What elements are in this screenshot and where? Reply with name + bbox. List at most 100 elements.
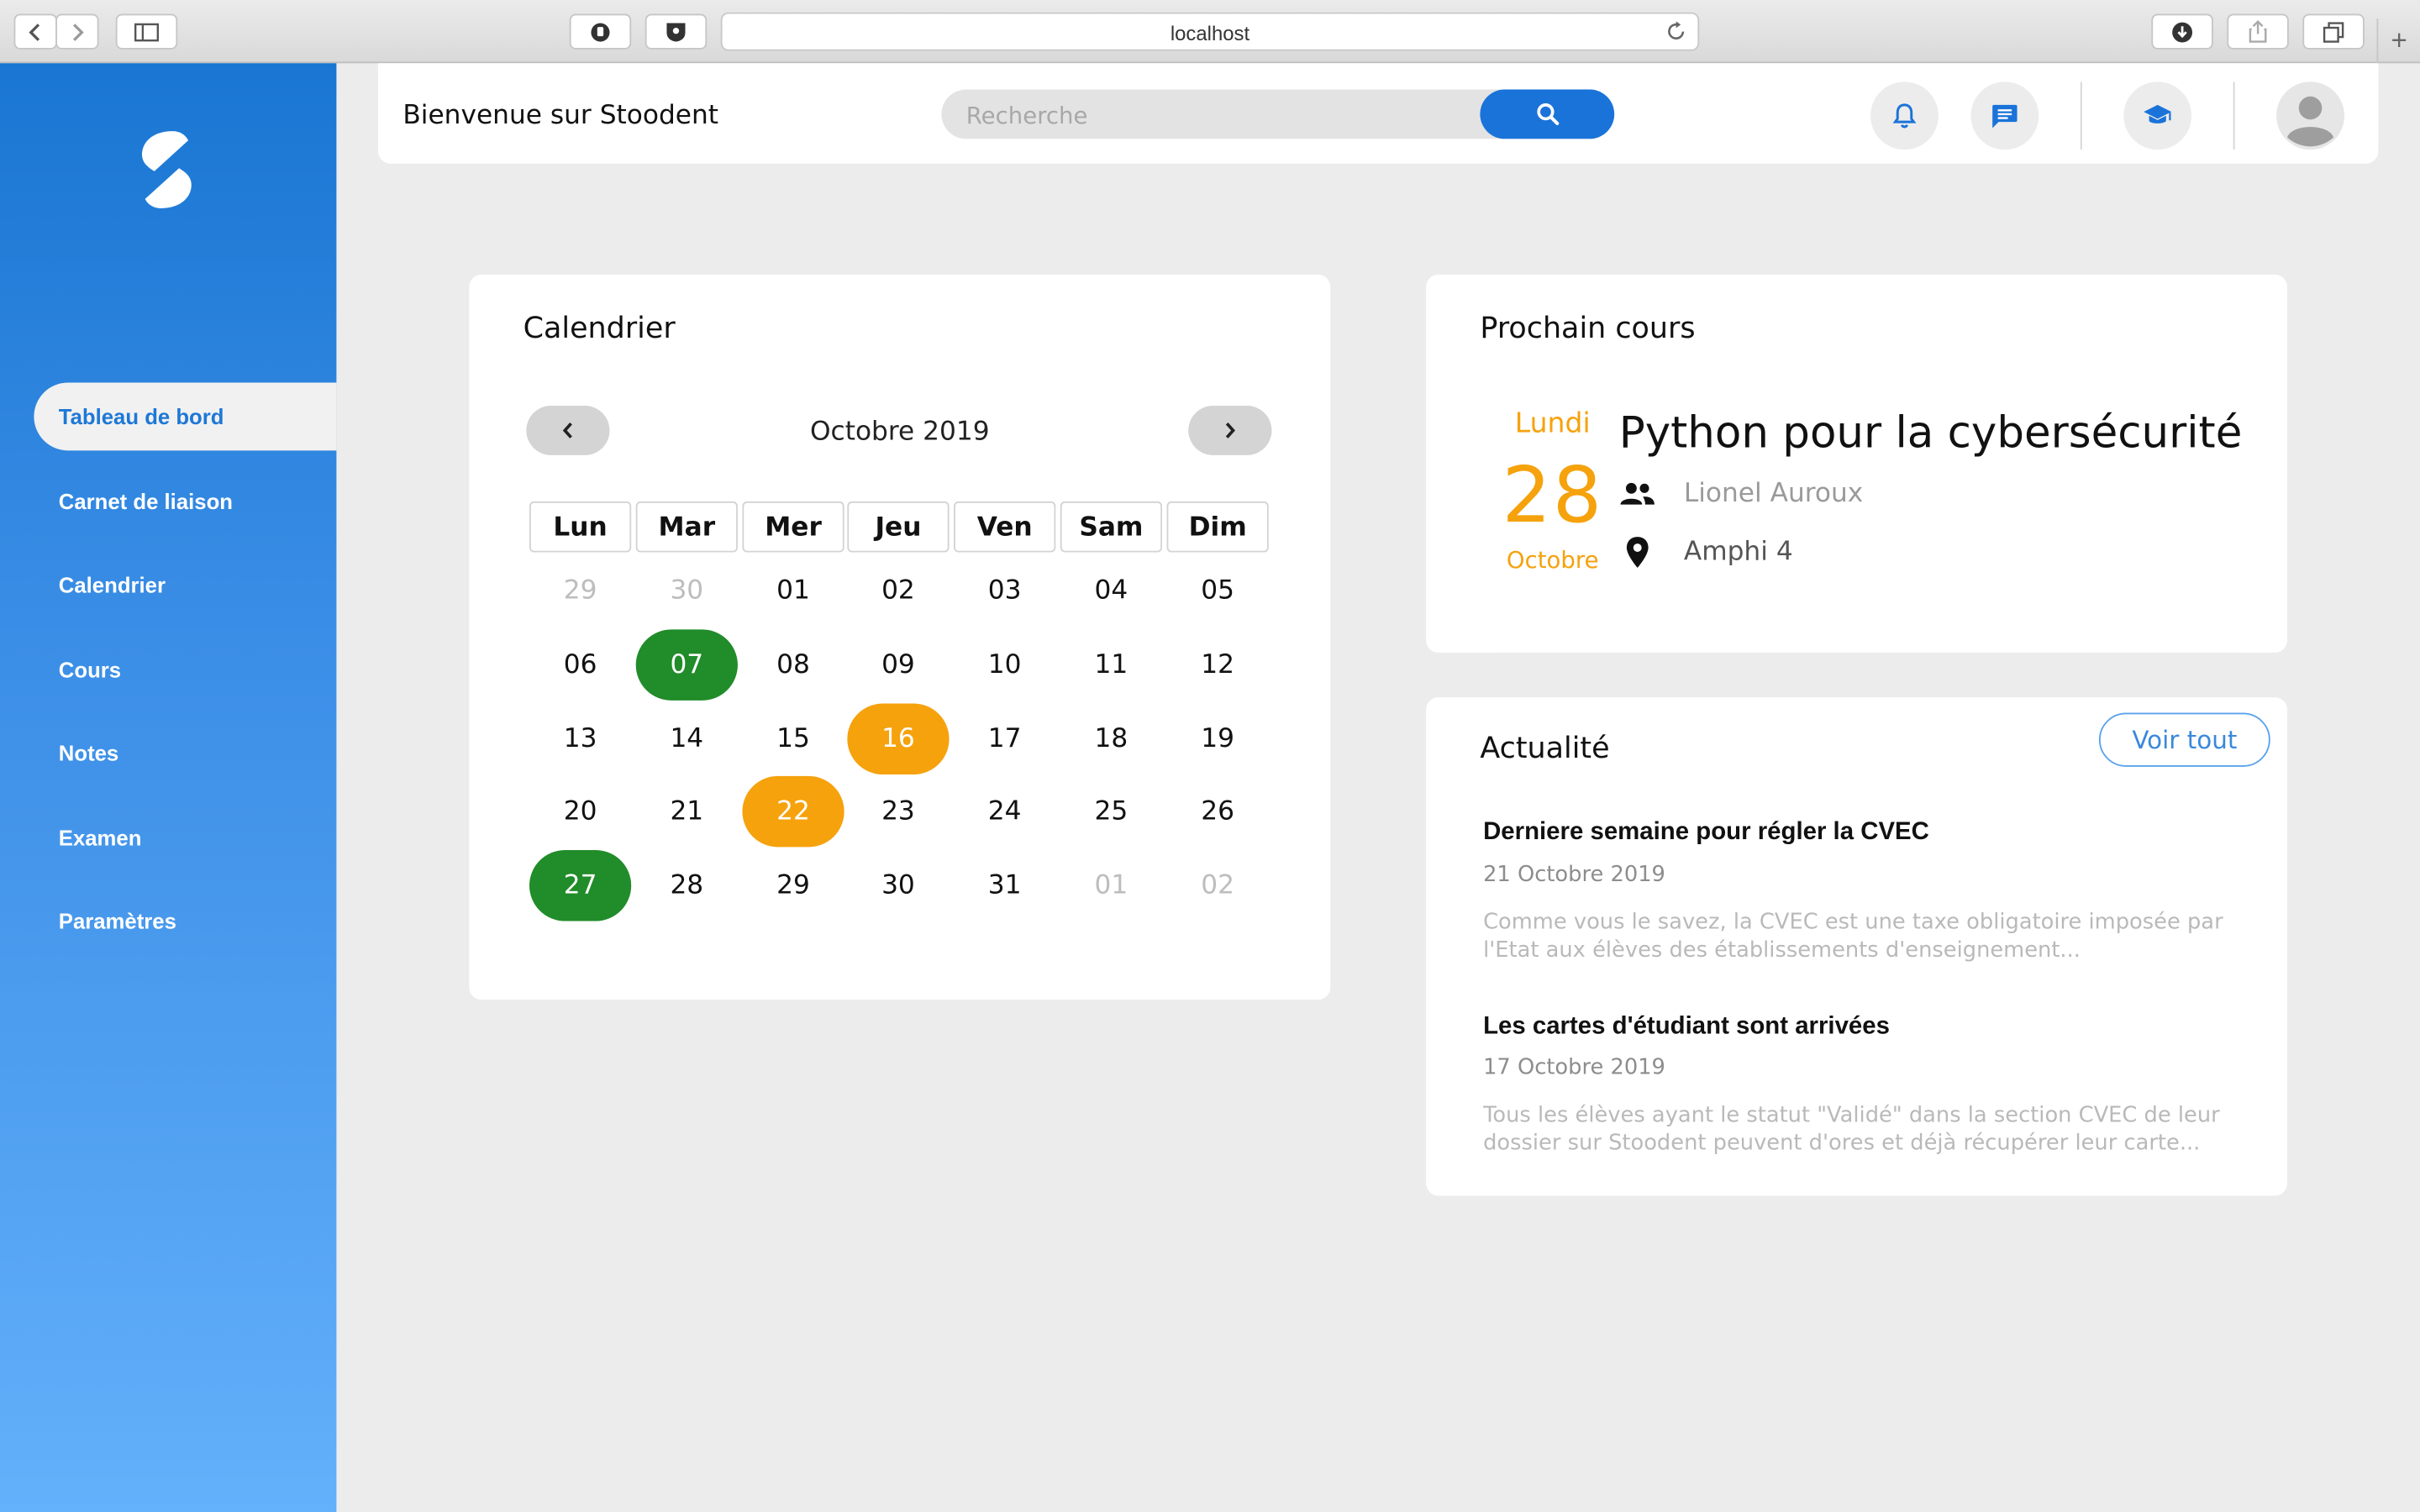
calendar-day[interactable]: 20 — [529, 777, 631, 848]
sidebar: Tableau de bord Carnet de liaison Calend… — [0, 63, 337, 1512]
sidebar-item-parametres[interactable]: Paramètres — [34, 887, 336, 955]
share-button[interactable] — [2227, 13, 2289, 50]
bell-icon — [1892, 103, 1917, 129]
profile-avatar-button[interactable] — [2276, 81, 2344, 150]
weekday-header-jeu: Jeu — [847, 501, 950, 553]
news-card: Actualité Voir tout Derniere semaine pou… — [1426, 697, 2287, 1196]
calendar-day[interactable]: 05 — [1167, 555, 1269, 626]
news-item-date: 21 Octobre 2019 — [1483, 862, 1665, 888]
calendar-day[interactable]: 26 — [1167, 777, 1269, 848]
calendar-day[interactable]: 23 — [847, 777, 949, 848]
reload-icon[interactable] — [1665, 20, 1687, 44]
calendar-day[interactable]: 06 — [529, 629, 631, 700]
course-teacher: Lionel Auroux — [1683, 478, 1864, 510]
calendar-day[interactable]: 27 — [529, 850, 632, 921]
chat-icon — [1992, 103, 2018, 128]
sidebar-item-tableau-de-bord[interactable]: Tableau de bord — [34, 382, 337, 451]
calendar-day[interactable]: 31 — [954, 850, 1055, 921]
url-text: localhost — [1170, 21, 1250, 45]
calendar-day[interactable]: 18 — [1060, 703, 1162, 774]
calendar-day[interactable]: 14 — [636, 703, 738, 774]
forward-button[interactable] — [55, 13, 99, 50]
search-bar[interactable]: Recherche — [941, 89, 1615, 139]
sidebar-icon — [134, 22, 159, 41]
calendar-day[interactable]: 03 — [954, 555, 1055, 626]
calendar-day[interactable]: 10 — [954, 629, 1055, 700]
address-bar[interactable]: localhost — [720, 12, 1700, 51]
calendar-day[interactable]: 08 — [742, 629, 844, 700]
sidebar-item-carnet-de-liaison[interactable]: Carnet de liaison — [34, 467, 336, 535]
calendar-day[interactable]: 22 — [742, 776, 844, 848]
tabs-icon — [2323, 21, 2344, 42]
calendar-day[interactable]: 02 — [847, 555, 949, 626]
avatar-icon — [2276, 81, 2344, 150]
top-header: Bienvenue sur Stoodent Recherche — [377, 63, 2379, 164]
calendar-day[interactable]: 02 — [1167, 850, 1269, 921]
courses-button[interactable] — [2123, 81, 2192, 150]
calendar-day[interactable]: 25 — [1060, 777, 1162, 848]
calendar-day[interactable]: 04 — [1060, 555, 1162, 626]
course-name[interactable]: Python pour la cybersécurité — [1619, 407, 2243, 459]
news-item-excerpt: Tous les élèves ayant le statut "Validé"… — [1483, 1103, 2220, 1156]
calendar-day[interactable]: 19 — [1167, 703, 1269, 774]
see-all-news-button[interactable]: Voir tout — [2098, 712, 2270, 767]
share-icon — [2249, 20, 2267, 43]
calendar-day[interactable]: 13 — [529, 703, 631, 774]
weekday-header-lun: Lun — [529, 501, 632, 553]
calendar-day[interactable]: 28 — [636, 850, 738, 921]
password-extension-button[interactable] — [644, 13, 708, 50]
shield-icon — [666, 22, 686, 41]
calendar-day[interactable]: 01 — [742, 555, 844, 626]
new-tab-button[interactable]: + — [2376, 18, 2420, 64]
hand-icon — [591, 22, 610, 41]
chevron-left-icon — [29, 23, 40, 41]
news-item-title[interactable]: Derniere semaine pour régler la CVEC — [1483, 819, 1929, 847]
privacy-extension-button[interactable] — [569, 13, 632, 50]
calendar-day[interactable]: 29 — [742, 850, 844, 921]
next-month-button[interactable] — [1188, 406, 1272, 455]
calendar-day[interactable]: 01 — [1060, 850, 1162, 921]
calendar-day[interactable]: 12 — [1167, 629, 1269, 700]
sidebar-item-calendrier[interactable]: Calendrier — [34, 551, 336, 619]
course-weekday: Lundi — [1514, 407, 1591, 440]
calendar-day[interactable]: 16 — [847, 702, 950, 774]
course-room-row: Amphi 4 — [1619, 535, 1793, 569]
messages-button[interactable] — [1970, 81, 2039, 150]
calendar-day[interactable]: 15 — [742, 703, 844, 774]
download-icon — [2172, 21, 2193, 42]
calendar-day[interactable]: 30 — [636, 555, 738, 626]
sidebar-item-examen[interactable]: Examen — [34, 803, 336, 871]
calendar-day[interactable]: 24 — [954, 777, 1055, 848]
graduation-cap-icon — [2144, 104, 2172, 123]
downloads-button[interactable] — [2151, 13, 2213, 50]
calendar-day[interactable]: 17 — [954, 703, 1055, 774]
next-course-card: Prochain cours Lundi 28 Octobre Python p… — [1426, 274, 2287, 653]
calendar-day[interactable]: 09 — [847, 629, 949, 700]
calendar-day[interactable]: 07 — [635, 629, 738, 701]
calendar-day[interactable]: 29 — [529, 555, 631, 626]
course-day-number: 28 — [1502, 450, 1603, 540]
calendar-day[interactable]: 30 — [847, 850, 949, 921]
stoodent-logo-icon[interactable] — [136, 128, 197, 211]
weekday-header-dim: Dim — [1166, 501, 1269, 553]
search-button[interactable] — [1480, 89, 1615, 139]
chevron-right-icon — [72, 23, 84, 41]
calendar-day[interactable]: 21 — [636, 777, 738, 848]
calendar-card: Calendrier Octobre 2019 Lun Mar Mer Jeu … — [469, 274, 1331, 1000]
weekday-header-mer: Mer — [742, 501, 844, 553]
notifications-button[interactable] — [1870, 81, 1939, 150]
tabs-overview-button[interactable] — [2302, 13, 2365, 50]
news-title: Actualité — [1480, 731, 1610, 766]
news-item-date: 17 Octobre 2019 — [1483, 1055, 1665, 1080]
next-course-title: Prochain cours — [1480, 312, 1696, 346]
sidebar-toggle-button[interactable] — [115, 13, 178, 50]
search-input[interactable]: Recherche — [966, 102, 1088, 129]
sidebar-item-notes[interactable]: Notes — [34, 719, 336, 787]
back-button[interactable] — [13, 13, 57, 50]
calendar-day[interactable]: 11 — [1060, 629, 1162, 700]
news-item-title[interactable]: Les cartes d'étudiant sont arrivées — [1483, 1014, 1890, 1042]
welcome-text: Bienvenue sur Stoodent — [402, 100, 719, 132]
calendar-title: Calendrier — [523, 312, 676, 346]
course-teacher-row: Lionel Auroux — [1619, 478, 1864, 510]
sidebar-item-cours[interactable]: Cours — [34, 635, 336, 703]
